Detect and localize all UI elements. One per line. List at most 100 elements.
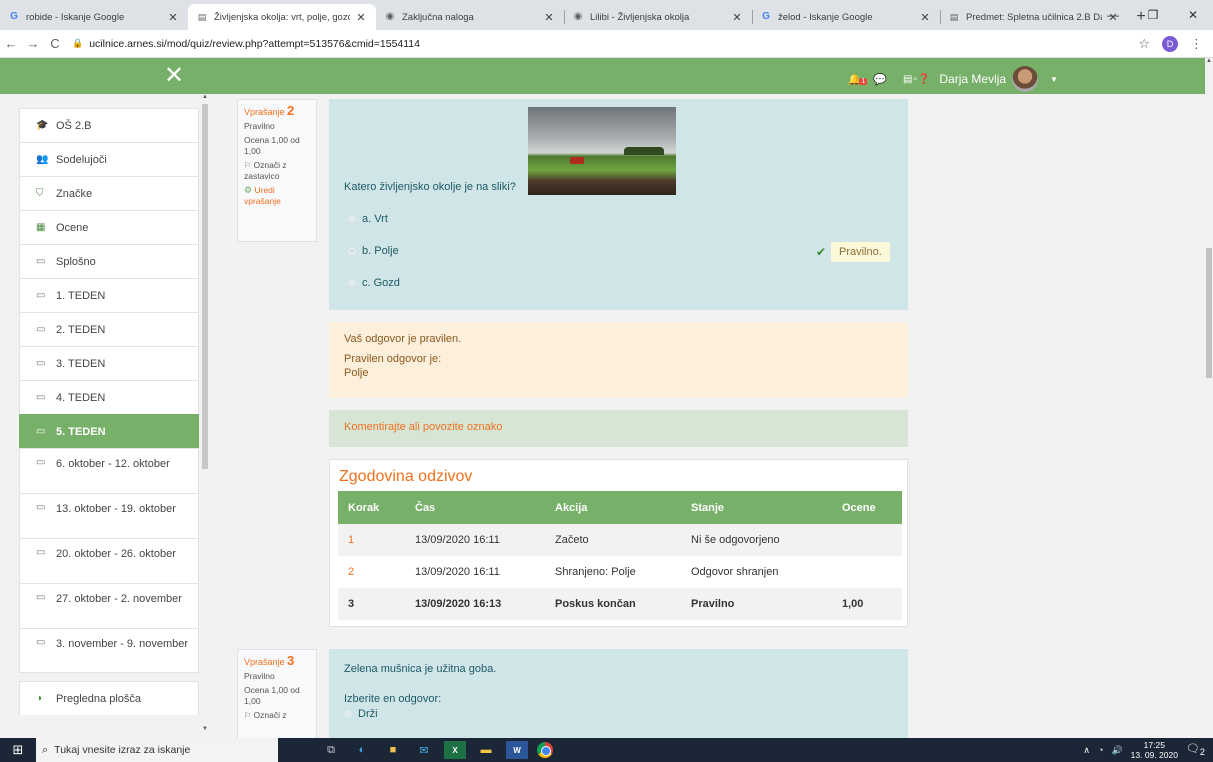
tab-close-icon[interactable]: ✕ bbox=[918, 11, 932, 24]
drawer-scrollbar-thumb[interactable] bbox=[202, 104, 208, 469]
browser-tab[interactable]: G robide - Iskanje Google ✕ bbox=[0, 4, 188, 30]
drawer-item-nov-3[interactable]: ▭ 3. november - 9. november bbox=[19, 628, 199, 673]
table-cell bbox=[832, 556, 902, 588]
network-icon[interactable]: ◔ bbox=[1098, 745, 1103, 755]
answer-option-b[interactable]: b. Polje bbox=[348, 245, 399, 257]
browser-tab[interactable]: ◉ Lilibi - Življenjska okolja ✕ bbox=[564, 4, 752, 30]
restore-button[interactable]: ❐ bbox=[1133, 0, 1173, 30]
edge-browser-icon[interactable]: ◐ bbox=[351, 741, 373, 759]
drawer-item-grades[interactable]: ▦ Ocene bbox=[19, 210, 199, 244]
drawer-item-week-4[interactable]: ▭ 4. TEDEN bbox=[19, 380, 199, 414]
folder-icon: ▭ bbox=[36, 392, 46, 403]
drawer-item-week-5[interactable]: ▭ 5. TEDEN bbox=[19, 414, 199, 448]
radio-button[interactable] bbox=[348, 279, 356, 287]
edit-question-link[interactable]: ⚙ Uredi vprašanje bbox=[244, 185, 310, 207]
correct-answer-value: Polje bbox=[344, 367, 369, 379]
column-header: Korak bbox=[338, 491, 405, 524]
chrome-icon[interactable] bbox=[537, 742, 553, 758]
browser-tab[interactable]: G želod - Iskanje Google ✕ bbox=[752, 4, 940, 30]
mail-icon[interactable]: ✉ bbox=[413, 741, 435, 759]
scroll-up-arrow-icon[interactable]: ▲ bbox=[200, 94, 210, 100]
tab-close-icon[interactable]: ✕ bbox=[730, 11, 744, 24]
back-arrow-icon[interactable]: ← bbox=[0, 36, 22, 51]
drawer-item-week-2[interactable]: ▭ 2. TEDEN bbox=[19, 312, 199, 346]
tab-close-icon[interactable]: ✕ bbox=[542, 11, 556, 24]
browser-menu-icon[interactable]: ⋮ bbox=[1190, 36, 1203, 52]
forward-arrow-icon[interactable]: → bbox=[22, 36, 44, 51]
toolbar-small-icons[interactable]: ▤▫❓ bbox=[903, 74, 931, 85]
answer-option-a[interactable]: a. Vrt bbox=[348, 213, 388, 225]
search-icon: ⌕ bbox=[42, 743, 49, 756]
answer-option-c[interactable]: c. Gozd bbox=[348, 277, 400, 289]
profile-avatar-icon[interactable]: D bbox=[1162, 35, 1178, 52]
drawer-item-general[interactable]: ▭ Splošno bbox=[19, 244, 199, 278]
minimize-button[interactable]: — bbox=[1093, 0, 1133, 30]
user-menu-caret-icon[interactable]: ▼ bbox=[1050, 75, 1058, 84]
bookmark-star-icon[interactable]: ☆ bbox=[1138, 36, 1150, 52]
excel-icon[interactable]: X bbox=[444, 741, 466, 759]
scroll-down-arrow-icon[interactable]: ▼ bbox=[200, 726, 210, 732]
browser-tab-strip: G robide - Iskanje Google ✕ ▤ Življenjsk… bbox=[0, 0, 1213, 30]
drawer-item-dashboard[interactable]: ◑ Pregledna plošča bbox=[19, 681, 199, 715]
step-link[interactable]: 1 bbox=[338, 524, 405, 556]
table-grid-icon: ▦ bbox=[36, 222, 46, 233]
column-header: Čas bbox=[405, 491, 545, 524]
step-link[interactable]: 2 bbox=[338, 556, 405, 588]
table-cell: 13/09/2020 16:11 bbox=[415, 566, 500, 578]
url-field[interactable]: 🔒 ucilnice.arnes.si/mod/quiz/review.php?… bbox=[72, 33, 1138, 55]
column-header: Stanje bbox=[681, 491, 832, 524]
close-drawer-icon[interactable]: ✕ bbox=[164, 62, 184, 90]
tab-close-icon[interactable]: ✕ bbox=[354, 11, 368, 24]
action-center-icon[interactable]: 🗨2 bbox=[1186, 742, 1205, 757]
drawer-item-oct-20[interactable]: ▭ 20. oktober - 26. oktober bbox=[19, 538, 199, 583]
drawer-item-week-1[interactable]: ▭ 1. TEDEN bbox=[19, 278, 199, 312]
browser-tab-active[interactable]: ▤ Življenjska okolja: vrt, polje, gozd ✕ bbox=[188, 4, 376, 30]
tray-expand-icon[interactable]: ∧ bbox=[1083, 745, 1090, 756]
radio-button-selected[interactable] bbox=[348, 247, 356, 255]
flag-question-link[interactable]: ⚐ Označi z bbox=[244, 710, 310, 721]
file-explorer-icon[interactable]: ▬ bbox=[475, 741, 497, 759]
drawer-item-badges[interactable]: ⛉ Značke bbox=[19, 176, 199, 210]
page-scrollbar[interactable]: ▲ bbox=[1205, 58, 1213, 738]
volume-icon[interactable]: 🔊 bbox=[1111, 745, 1122, 756]
close-window-button[interactable]: ✕ bbox=[1173, 0, 1213, 30]
clock[interactable]: 17:25 13. 09. 2020 bbox=[1131, 740, 1178, 760]
drawer-item-week-3[interactable]: ▭ 3. TEDEN bbox=[19, 346, 199, 380]
drawer-item-oct-6[interactable]: ▭ 6. oktober - 12. oktober bbox=[19, 448, 199, 493]
response-history: Zgodovina odzivov Korak Čas Akcija Stanj… bbox=[329, 459, 908, 627]
system-tray: ∧ ◔ 🔊 17:25 13. 09. 2020 🗨2 bbox=[1083, 738, 1213, 762]
column-header: Ocene bbox=[832, 491, 902, 524]
task-view-icon[interactable]: ⧉ bbox=[320, 741, 342, 759]
scroll-up-arrow-icon[interactable]: ▲ bbox=[1205, 58, 1213, 64]
notification-count-badge: 1 bbox=[859, 77, 868, 85]
google-favicon-icon: G bbox=[762, 11, 770, 22]
messages-chat-icon[interactable]: 💬 bbox=[873, 73, 887, 86]
user-name[interactable]: Darja Mevlja bbox=[939, 72, 1006, 86]
radio-button[interactable] bbox=[344, 710, 352, 718]
flag-question-link[interactable]: ⚐ Označi z zastavico bbox=[244, 160, 310, 182]
reload-icon[interactable]: C bbox=[44, 36, 66, 51]
answer-option-true[interactable]: Drži bbox=[344, 708, 378, 720]
globe-favicon-icon: ◉ bbox=[385, 11, 395, 22]
word-icon[interactable]: W bbox=[506, 741, 528, 759]
tab-close-icon[interactable]: ✕ bbox=[166, 11, 180, 24]
page-content: 🎓 OŠ 2.B 👥 Sodelujoči ⛉ Značke ▦ Ocene ▭ Splo… bbox=[0, 94, 1205, 738]
store-bag-icon[interactable]: ■ bbox=[382, 741, 404, 759]
browser-tab[interactable]: ◉ Zaključna naloga ✕ bbox=[376, 4, 564, 30]
radio-button[interactable] bbox=[348, 215, 356, 223]
page-scrollbar-thumb[interactable] bbox=[1206, 248, 1212, 378]
notifications-bell-icon[interactable]: 🔔1 bbox=[848, 73, 868, 86]
shield-icon: ⛉ bbox=[36, 188, 44, 199]
comment-override-link[interactable]: Komentirajte ali povozite oznako bbox=[344, 421, 502, 433]
drawer-item-course-home[interactable]: 🎓 OŠ 2.B bbox=[19, 108, 199, 142]
drawer-item-oct-13[interactable]: ▭ 13. oktober - 19. oktober bbox=[19, 493, 199, 538]
user-avatar[interactable] bbox=[1012, 66, 1039, 92]
drawer-scrollbar[interactable]: ▲ ▼ bbox=[200, 94, 210, 738]
tab-title: Lilibi - Življenjska okolja bbox=[590, 11, 690, 23]
tab-title: Življenjska okolja: vrt, polje, gozd bbox=[214, 11, 350, 23]
drawer-item-participants[interactable]: 👥 Sodelujoči bbox=[19, 142, 199, 176]
folder-icon: ▭ bbox=[36, 290, 46, 301]
taskbar-search-input[interactable]: ⌕ Tukaj vnesite izraz za iskanje bbox=[36, 738, 278, 762]
drawer-item-oct-27[interactable]: ▭ 27. oktober - 2. november bbox=[19, 583, 199, 628]
windows-start-icon[interactable]: ⊞ bbox=[0, 742, 36, 758]
